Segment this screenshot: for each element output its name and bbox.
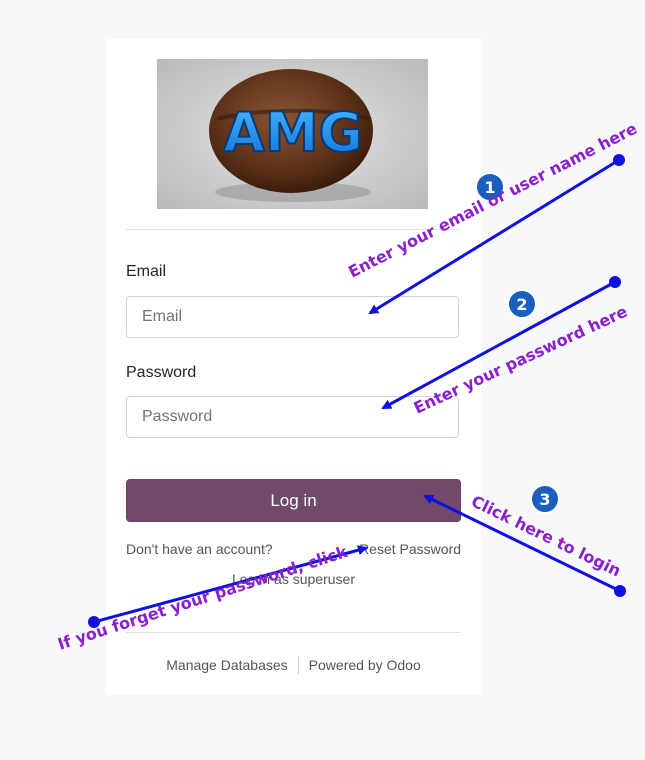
step2-badge: 2 (507, 289, 537, 319)
forget-password-text: If you forget your password, click (55, 542, 350, 654)
arrow3-line (423, 494, 621, 593)
step2-text: Enter your password here (411, 302, 631, 418)
step3-badge: 3 (530, 484, 560, 514)
step3-number: 3 (539, 490, 550, 509)
step2-number: 2 (516, 295, 527, 314)
arrow2-line (381, 280, 616, 410)
step1-text: Enter your email or user name here (345, 119, 640, 282)
annotation-overlay: 1 Enter your email or user name here 2 E… (55, 119, 640, 654)
